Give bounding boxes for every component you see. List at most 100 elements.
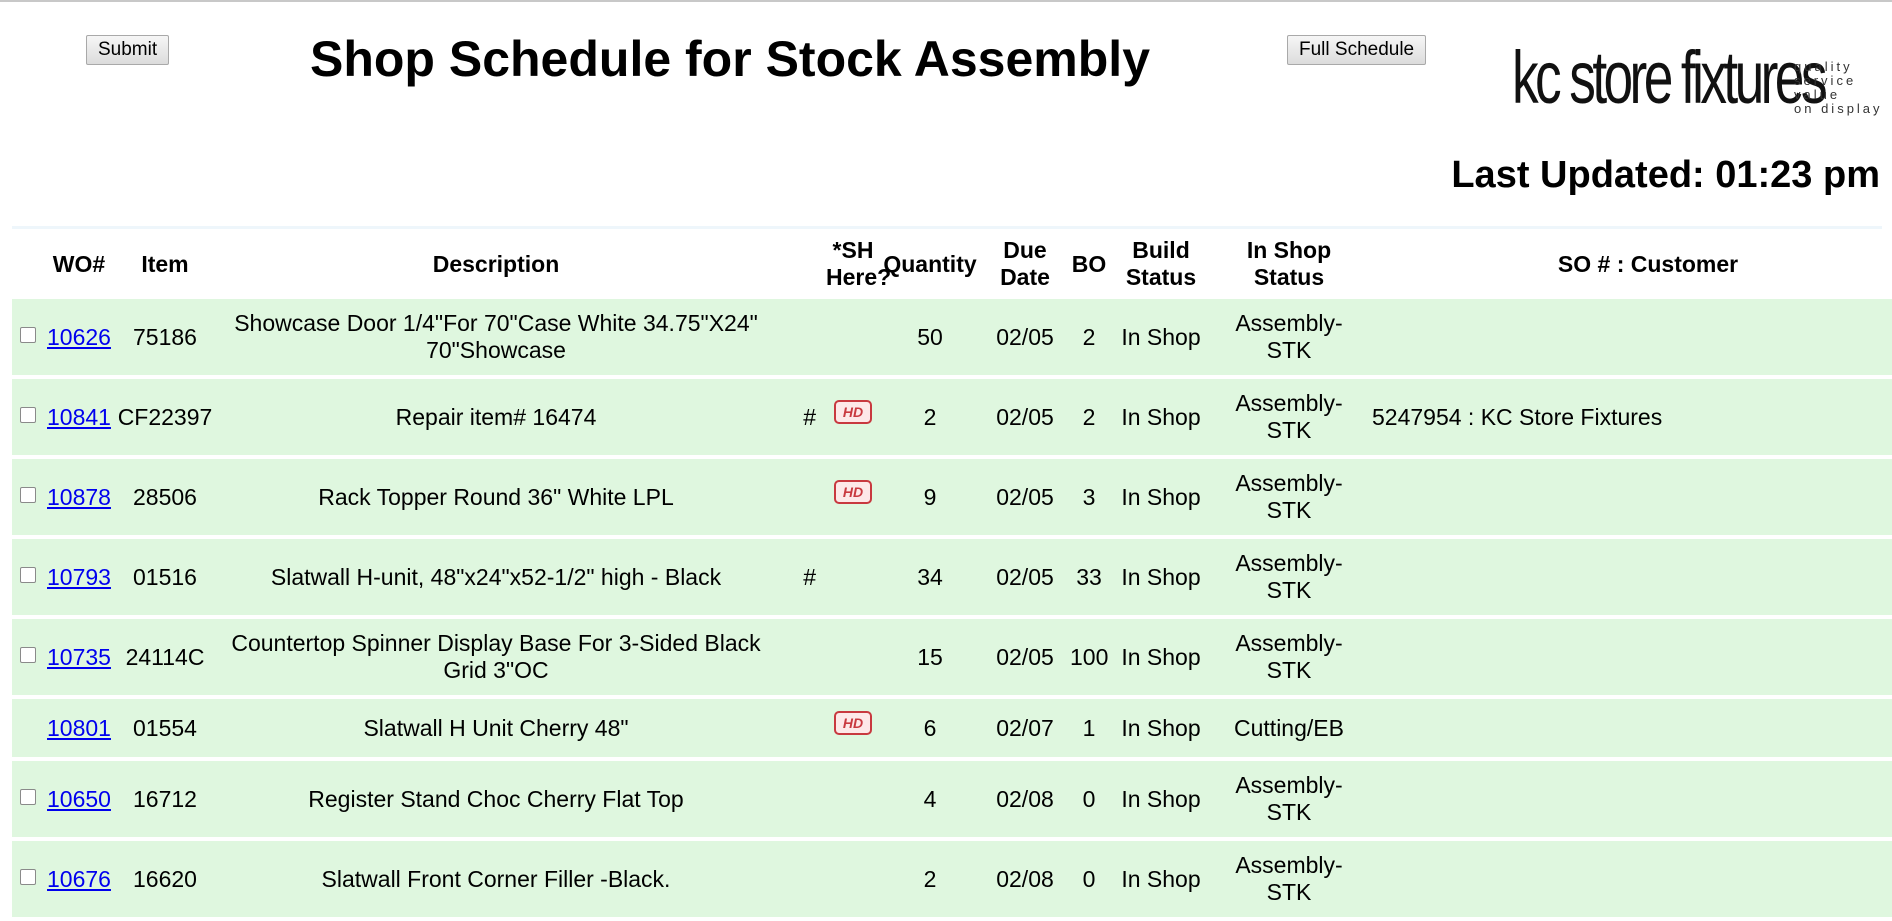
in-shop-status-cell: Assembly- STK (1214, 539, 1364, 619)
quantity-value: 2 (923, 865, 937, 892)
col-header-bo: BO (1071, 250, 1107, 277)
in-shop-status-line: Assembly- (1235, 310, 1343, 336)
due-date-cell: 02/07 (980, 699, 1070, 761)
in-shop-status-line: Assembly- (1235, 852, 1343, 878)
row-checkbox[interactable] (20, 789, 36, 806)
due-date-value: 02/05 (996, 643, 1054, 670)
wo-cell: 10801 (44, 699, 114, 761)
build-status-value: In Shop (1121, 785, 1201, 812)
in-shop-status-line: Assembly- (1235, 550, 1343, 576)
hash-cell: # (776, 379, 826, 459)
wo-link[interactable]: 10793 (47, 564, 111, 590)
wo-link[interactable]: 10801 (47, 715, 111, 741)
select-cell (12, 761, 44, 841)
quantity-value: 6 (923, 714, 937, 741)
col-header-in-shop-status: In Shop Status (1214, 229, 1364, 299)
quantity-cell: 2 (880, 379, 980, 459)
customer-value: 5247954 : KC Store Fixtures (1372, 403, 1663, 430)
row-checkbox[interactable] (20, 869, 36, 886)
customer-cell (1364, 761, 1892, 841)
description-cell: Showcase Door 1/4"For 70"Case White 34.7… (216, 299, 776, 379)
wo-link[interactable]: 10878 (47, 484, 111, 510)
description-line: Slatwall Front Corner Filler -Black. (321, 865, 671, 892)
quantity-value: 9 (923, 483, 937, 510)
due-date-value: 02/05 (996, 483, 1054, 510)
wo-link[interactable]: 10841 (47, 404, 111, 430)
quantity-value: 2 (923, 403, 937, 430)
logo-tagline-line: quality (1794, 59, 1853, 74)
row-checkbox[interactable] (20, 567, 36, 584)
description-cell: Slatwall H-unit, 48"x24"x52-1/2" high - … (216, 539, 776, 619)
bo-value: 2 (1082, 403, 1096, 430)
customer-cell (1364, 459, 1892, 539)
build-status-value: In Shop (1121, 323, 1201, 350)
build-status-cell: In Shop (1108, 379, 1214, 459)
top-rule (0, 0, 1892, 2)
wo-cell: 10793 (44, 539, 114, 619)
in-shop-status-cell: Assembly- STK (1214, 841, 1364, 921)
description-cell: Slatwall Front Corner Filler -Black. (216, 841, 776, 921)
build-status-value: In Shop (1121, 865, 1201, 892)
in-shop-status-line: Assembly- (1235, 470, 1343, 496)
row-checkbox[interactable] (20, 647, 36, 664)
sh-cell (826, 619, 880, 699)
wo-link[interactable]: 10735 (47, 644, 111, 670)
wo-link[interactable]: 10650 (47, 786, 111, 812)
in-shop-status-line: Assembly- (1235, 390, 1343, 416)
col-header-due-date: Due Date (980, 229, 1070, 299)
hash-cell (776, 459, 826, 539)
select-cell (12, 299, 44, 379)
table-header-row: WO# Item Description *SH Here? Quantity D… (12, 229, 1892, 299)
item-value: 01554 (133, 714, 197, 741)
build-status-value: In Shop (1121, 714, 1201, 741)
item-value: 28506 (133, 483, 197, 510)
build-status-cell: In Shop (1108, 761, 1214, 841)
bo-value: 0 (1082, 865, 1096, 892)
item-value: 01516 (133, 563, 197, 590)
select-cell (12, 619, 44, 699)
schedule-table: WO# Item Description *SH Here? Quantity D… (12, 229, 1892, 921)
customer-cell (1364, 619, 1892, 699)
description-line: Showcase Door 1/4"For 70"Case White 34.7… (234, 310, 758, 336)
select-cell (12, 841, 44, 921)
build-status-value: In Shop (1121, 563, 1201, 590)
customer-cell (1364, 841, 1892, 921)
build-status-value: In Shop (1121, 403, 1201, 430)
due-date-cell: 02/08 (980, 761, 1070, 841)
row-checkbox[interactable] (20, 327, 36, 344)
hash-cell (776, 299, 826, 379)
sh-cell (826, 299, 880, 379)
item-cell: 24114C (114, 619, 216, 699)
in-shop-status-line: STK (1266, 657, 1312, 683)
description-cell: Register Stand Choc Cherry Flat Top (216, 761, 776, 841)
wo-link[interactable]: 10626 (47, 324, 111, 350)
description-line: 70"Showcase (426, 337, 566, 363)
hd-icon: HD (834, 480, 872, 505)
wo-link[interactable]: 10676 (47, 866, 111, 892)
row-checkbox[interactable] (20, 407, 36, 424)
in-shop-status-line: STK (1266, 577, 1312, 603)
select-cell (12, 459, 44, 539)
hash-cell (776, 841, 826, 921)
quantity-value: 4 (923, 785, 937, 812)
due-date-value: 02/05 (996, 323, 1054, 350)
description-line: Slatwall H Unit Cherry 48" (363, 714, 629, 741)
in-shop-status-line: STK (1266, 879, 1312, 905)
in-shop-status-line: STK (1266, 417, 1312, 443)
full-schedule-button[interactable]: Full Schedule (1287, 35, 1427, 65)
schedule-rows: 10626 75186 Showcase Door 1/4"For 70"Case … (12, 299, 1892, 921)
table-row: 10735 24114C Countertop Spinner Display Ba… (12, 619, 1892, 699)
bo-cell: 3 (1070, 459, 1108, 539)
description-line: Grid 3"OC (443, 657, 549, 683)
row-checkbox[interactable] (20, 487, 36, 504)
wo-cell: 10878 (44, 459, 114, 539)
col-header-build-line: Status (1125, 264, 1197, 290)
in-shop-status-line: STK (1266, 497, 1312, 523)
description-line: Register Stand Choc Cherry Flat Top (308, 785, 684, 812)
col-header-wo: WO# (52, 250, 106, 277)
bo-value: 3 (1082, 483, 1096, 510)
item-value: CF22397 (117, 403, 213, 430)
in-shop-status-line: Assembly- (1235, 630, 1343, 656)
sh-cell: HD (826, 379, 880, 459)
quantity-value: 50 (917, 323, 943, 350)
